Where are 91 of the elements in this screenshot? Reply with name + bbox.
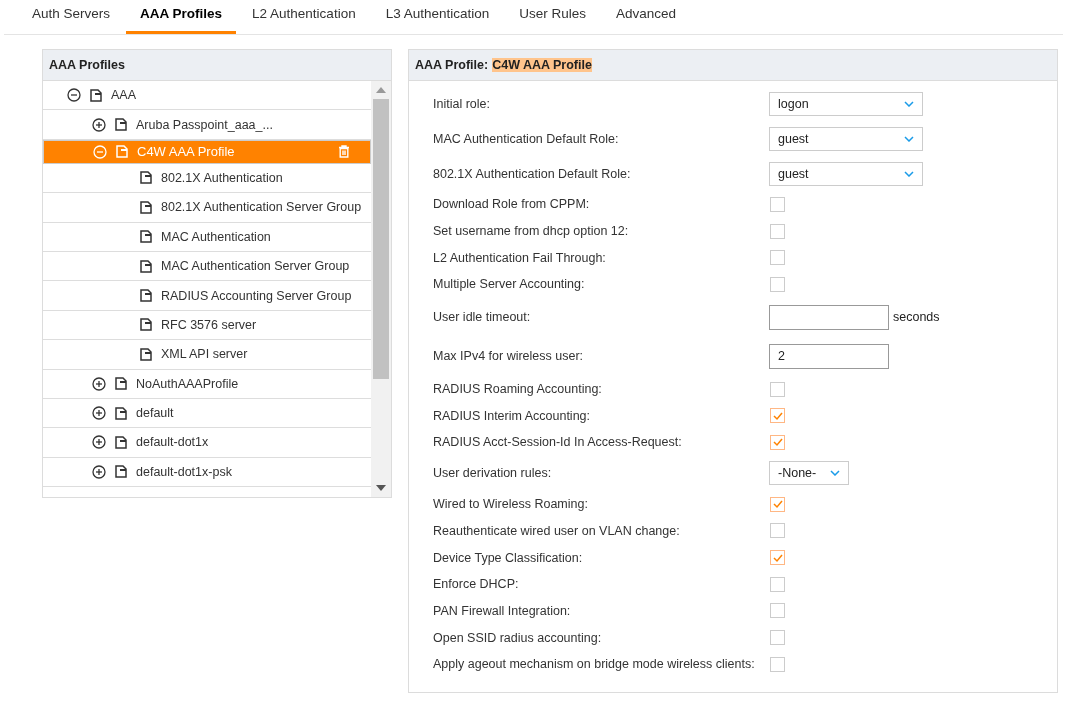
checkbox[interactable] — [770, 223, 785, 239]
field-label: User derivation rules: — [433, 466, 553, 481]
dropdown[interactable]: guest — [769, 161, 923, 186]
checkbox[interactable] — [770, 408, 785, 424]
scroll-down-arrow-icon[interactable] — [376, 485, 386, 491]
panel-title: AAA Profiles — [43, 50, 391, 81]
tree-item[interactable]: default-dot1x-psk — [43, 457, 371, 488]
document-icon — [116, 145, 128, 159]
document-icon — [115, 118, 127, 132]
tree-item[interactable]: Aruba Passpoint_aaa_... — [43, 110, 371, 140]
field-label: Open SSID radius accounting: — [433, 630, 603, 645]
document-icon — [140, 200, 152, 214]
document-icon — [140, 171, 152, 185]
document-icon — [115, 377, 127, 391]
tab[interactable]: AAA Profiles — [126, 0, 237, 34]
field-label: Device Type Classification: — [433, 550, 584, 565]
field-label: Enforce DHCP: — [433, 577, 520, 592]
dropdown[interactable]: logon — [769, 91, 923, 116]
field-label: PAN Firewall Integration: — [433, 603, 572, 618]
field-label: RADIUS Interim Accounting: — [433, 408, 591, 423]
expand-icon[interactable] — [92, 406, 106, 421]
field-label: User idle timeout: — [433, 310, 532, 325]
expand-icon[interactable] — [92, 376, 106, 391]
checkbox[interactable] — [770, 603, 785, 619]
tree-item[interactable]: RADIUS Accounting Server Group — [43, 281, 371, 311]
tab[interactable]: User Rules — [505, 0, 601, 34]
field-label: MAC Authentication Default Role: — [433, 131, 620, 146]
tree-item[interactable]: MAC Authentication Server Group — [43, 251, 371, 282]
tree-item[interactable]: AAA — [43, 81, 371, 111]
tab[interactable]: L3 Authentication — [371, 0, 504, 34]
chevron-down-icon — [830, 470, 840, 477]
checkbox[interactable] — [770, 250, 785, 266]
panel-title: AAA Profile: — [415, 58, 489, 72]
checkbox[interactable] — [770, 550, 785, 566]
expand-icon[interactable] — [92, 117, 106, 132]
chevron-down-icon — [904, 135, 914, 142]
chevron-down-icon — [904, 100, 914, 107]
trash-icon[interactable] — [338, 145, 350, 159]
checkbox[interactable] — [770, 196, 785, 212]
document-icon — [140, 230, 152, 244]
input-field[interactable]: 2 — [769, 343, 889, 369]
checkbox[interactable] — [770, 381, 785, 397]
profile-name: C4W AAA Profile — [492, 58, 592, 72]
field-label: Reauthenticate wired user on VLAN change: — [433, 523, 681, 538]
expand-icon[interactable] — [92, 464, 106, 479]
unit-label: seconds — [893, 310, 940, 325]
checkbox[interactable] — [770, 523, 785, 539]
scrollbar[interactable] — [371, 81, 391, 497]
chevron-down-icon — [904, 170, 914, 177]
expand-icon[interactable] — [92, 435, 106, 450]
field-label: RADIUS Roaming Accounting: — [433, 382, 603, 397]
field-label: 802.1X Authentication Default Role: — [433, 166, 632, 181]
document-icon — [115, 406, 127, 420]
tab[interactable]: L2 Authentication — [238, 0, 370, 34]
document-icon — [140, 289, 152, 303]
checkbox[interactable] — [770, 434, 785, 450]
tree-item[interactable]: RFC 3576 server — [43, 310, 371, 341]
field-label: Set username from dhcp option 12: — [433, 224, 630, 239]
checkbox[interactable] — [770, 630, 785, 646]
document-icon — [140, 259, 152, 273]
field-label: L2 Authentication Fail Through: — [433, 250, 607, 265]
scroll-up-arrow-icon[interactable] — [376, 87, 386, 93]
tree-item[interactable]: 802.1X Authentication — [43, 163, 371, 194]
field-label: Download Role from CPPM: — [433, 197, 591, 212]
field-label: Initial role: — [433, 96, 491, 111]
tree-item[interactable]: XML API server — [43, 340, 371, 370]
document-icon — [90, 88, 102, 102]
document-icon — [115, 436, 127, 449]
tab[interactable]: Advanced — [602, 0, 691, 34]
document-icon — [140, 318, 152, 332]
tree-item[interactable]: default — [43, 398, 371, 429]
field-label: Apply ageout mechanism on bridge mode wireless clients: — [433, 657, 756, 672]
tab[interactable]: Auth Servers — [18, 0, 125, 34]
field-label: Max IPv4 for wireless user: — [433, 349, 585, 364]
input-field[interactable] — [769, 304, 889, 330]
document-icon — [115, 465, 127, 479]
field-label: RADIUS Acct-Session-Id In Access-Request: — [433, 435, 683, 450]
tree-item[interactable]: 802.1X Authentication Server Group — [43, 193, 371, 223]
checkbox[interactable] — [770, 576, 785, 592]
collapse-icon[interactable] — [67, 88, 81, 103]
checkbox[interactable] — [770, 656, 785, 672]
document-icon — [140, 347, 152, 361]
field-label: Multiple Server Accounting: — [433, 277, 586, 292]
dropdown[interactable]: -None- — [769, 461, 849, 486]
field-label: Wired to Wireless Roaming: — [433, 497, 589, 512]
tree-item[interactable]: NoAuthAAAProfile — [43, 369, 371, 399]
checkbox[interactable] — [770, 276, 785, 292]
tree-item[interactable]: default-dot1x — [43, 428, 371, 458]
checkbox[interactable] — [770, 496, 785, 512]
dropdown[interactable]: guest — [769, 126, 923, 151]
tree-item[interactable]: MAC Authentication — [43, 222, 371, 252]
